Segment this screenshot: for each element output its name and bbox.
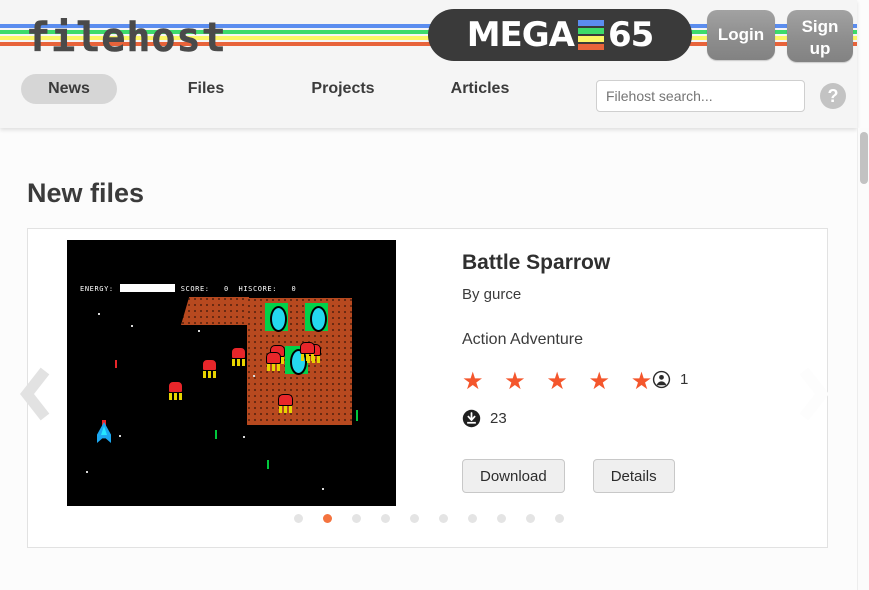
game-hud-text: ENERGY: SCORE: 0 HISCORE: 0	[80, 284, 296, 293]
help-icon[interactable]: ?	[820, 83, 846, 109]
game-laser-2	[267, 460, 269, 469]
game-enemy-4	[201, 359, 218, 379]
page-scrollbar[interactable]	[857, 128, 869, 590]
nav-item-news[interactable]: News	[21, 74, 117, 104]
rating-row: ★ ★ ★ ★ ★ 1	[462, 369, 802, 395]
hud-energy-label: ENERGY:	[80, 285, 114, 293]
game-door-1	[265, 303, 288, 332]
featured-file-card: ENERGY: SCORE: 0 HISCORE: 0 Battle Sparr…	[20, 228, 829, 548]
nav-item-articles[interactable]: Articles	[430, 74, 530, 104]
chevron-left-icon	[20, 367, 50, 421]
rating-stars[interactable]: ★ ★ ★ ★ ★	[462, 369, 659, 395]
carousel-dot-6[interactable]	[438, 514, 448, 523]
main-content: New files ENERGY: SCORE: 0 HISCORE: 0 Ba…	[0, 128, 857, 590]
page-root: filehost MEGA 65 Login Sign up News File…	[0, 0, 869, 590]
signup-label-line1: Sign	[801, 17, 839, 36]
download-icon	[462, 409, 481, 428]
hud-score-label: SCORE:	[180, 285, 210, 293]
carousel-dot-8[interactable]	[496, 514, 506, 523]
file-genre: Action Adventure	[462, 331, 583, 348]
viewer-count: 1	[680, 371, 689, 388]
carousel-dot-4[interactable]	[380, 514, 390, 523]
search-input[interactable]	[596, 80, 805, 112]
site-header: filehost MEGA 65 Login Sign up News File…	[0, 0, 857, 128]
file-title: Battle Sparrow	[462, 251, 611, 274]
signup-button[interactable]: Sign up	[787, 10, 853, 62]
mega65-logo-text-mega: MEGA	[466, 15, 575, 55]
carousel-dot-7[interactable]	[467, 514, 477, 523]
carousel-dot-3[interactable]	[351, 514, 361, 523]
carousel-dot-1[interactable]	[293, 514, 303, 523]
game-laser-1	[215, 430, 217, 439]
site-logo-wordmark[interactable]: filehost	[26, 16, 227, 61]
file-author: By gurce	[462, 286, 522, 303]
download-button[interactable]: Download	[462, 459, 565, 493]
game-projectile-red	[115, 360, 117, 368]
game-platform-left	[181, 297, 249, 325]
carousel-dots	[28, 514, 829, 523]
mega65-logo[interactable]: MEGA 65	[428, 9, 692, 61]
chevron-right-icon	[799, 367, 829, 421]
scrollbar-thumb[interactable]	[860, 132, 868, 184]
hud-energy-bar	[119, 284, 175, 292]
details-button[interactable]: Details	[592, 459, 675, 493]
carousel-dot-9[interactable]	[525, 514, 535, 523]
game-enemy-5	[167, 381, 184, 401]
nav-item-files[interactable]: Files	[160, 74, 252, 104]
game-door-2	[305, 303, 328, 332]
viewer-count-group: 1	[652, 370, 688, 389]
game-enemy-3	[265, 352, 282, 372]
signup-label-line2: up	[809, 39, 831, 58]
page-title: New files	[27, 178, 145, 208]
carousel-dot-10[interactable]	[554, 514, 564, 523]
card-action-buttons: Download Details	[462, 459, 675, 493]
carousel-dot-2[interactable]	[322, 514, 332, 523]
nav-item-projects[interactable]: Projects	[290, 74, 396, 104]
game-laser-3	[356, 410, 358, 421]
carousel-next-arrow[interactable]	[790, 357, 836, 431]
hud-hiscore-label: HISCORE:	[238, 285, 278, 293]
hud-score-value: 0	[224, 285, 229, 293]
game-enemy-2	[299, 342, 316, 362]
mega65-logo-stripes-icon	[577, 20, 604, 50]
file-info-block: Battle Sparrow By gurce Action Adventure…	[462, 251, 802, 428]
download-count: 23	[490, 410, 507, 427]
download-count-group: 23	[462, 409, 802, 428]
header-top-row: filehost MEGA 65 Login Sign up	[0, 0, 857, 70]
carousel-prev-arrow[interactable]	[12, 357, 58, 431]
carousel-dot-5[interactable]	[409, 514, 419, 523]
login-button[interactable]: Login	[707, 10, 775, 60]
game-enemy-c	[277, 394, 294, 414]
user-icon	[652, 370, 671, 389]
game-enemy-1	[230, 347, 247, 367]
game-player-ship	[95, 420, 113, 443]
hud-hiscore-value: 0	[291, 285, 297, 293]
mega65-logo-text-65: 65	[607, 15, 654, 55]
game-screenshot-thumbnail[interactable]: ENERGY: SCORE: 0 HISCORE: 0	[67, 240, 396, 506]
